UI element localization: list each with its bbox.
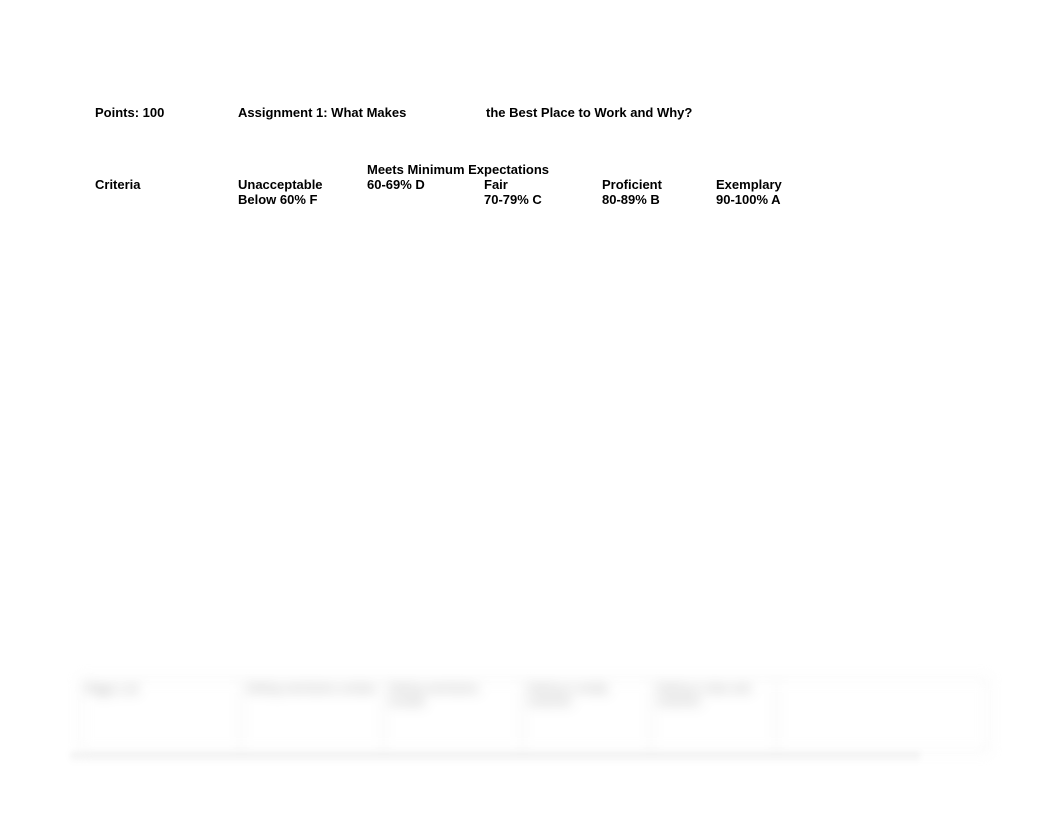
rubric-level-name: Meets Minimum Expectations [367,162,550,177]
page-bottom-edge-shadow [70,752,920,764]
table-cell: Writing is clear and coherent [651,678,777,752]
rubric-level-name: Exemplary [716,177,782,192]
points-label: Points: 100 [95,105,165,120]
rubric-level-range: Below 60% F [238,191,318,207]
rubric-level-range: 90-100% A [716,191,781,207]
rubric-level-unacceptable: Unacceptable Below 60% F [238,177,323,207]
rubric-level-name: Fair [484,177,508,192]
table-cell: Writing is mostly coherent [522,678,652,752]
assignment-title-row: Points: 100 Assignment 1: What Makes the… [95,105,925,127]
table-cell: Page 1 of [80,678,242,752]
table-row: Page 1 of Writing mechanics unclear Writ… [80,678,989,752]
criteria-column-header: Criteria [95,177,141,193]
table-cell: Writing mechanics unclear [241,678,384,752]
assignment-title-part1: Assignment 1: What Makes [238,105,407,120]
rubric-header: Points: 100 Assignment 1: What Makes the… [95,105,925,206]
rubric-level-exemplary: Exemplary 90-100% A [716,177,782,207]
criteria-label: Criteria [95,177,141,192]
table-cell: Writing mechanics unclear [383,678,523,752]
rubric-level-range: 70-79% C [484,191,542,207]
rubric-level-name: Proficient [602,177,662,192]
rubric-criteria-header-row: Criteria Unacceptable Below 60% F Meets … [95,134,925,206]
partial-rubric-table: Page 1 of Writing mechanics unclear Writ… [80,678,989,752]
rubric-level-proficient: Proficient 80-89% B [602,177,662,207]
rubric-level-range: 80-89% B [602,191,660,207]
assignment-title-part2: the Best Place to Work and Why? [486,105,693,120]
rubric-level-fair: Fair 70-79% C [484,177,542,207]
document-page: Points: 100 Assignment 1: What Makes the… [0,0,1062,822]
table-cell [776,678,989,752]
rubric-level-name: Unacceptable [238,177,323,192]
